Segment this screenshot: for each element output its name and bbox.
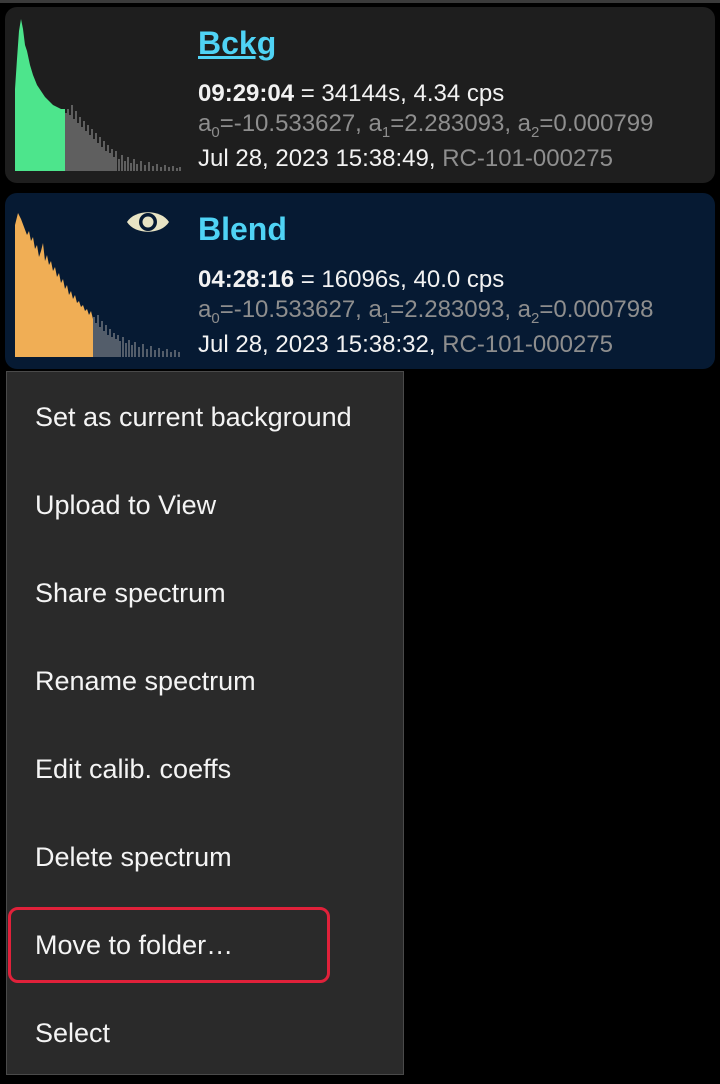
spectrum-fill-orange (15, 213, 93, 357)
coeff-a0-sub: 0 (211, 310, 220, 327)
spectrum-title[interactable]: Blend (198, 211, 287, 248)
date-line: Jul 28, 2023 15:38:49, RC-101-000275 (198, 145, 613, 173)
coeff-a1-label: a (368, 110, 382, 137)
duration-detail: = 16096s, 40.0 cps (294, 266, 505, 293)
coeff-a2-label: a (517, 296, 532, 323)
coeff-a2-value: =0.000798 (539, 296, 654, 323)
date-value: Jul 28, 2023 15:38:32, (198, 331, 443, 358)
device-id: RC-101-000275 (442, 145, 613, 172)
date-value: Jul 28, 2023 15:38:49, (198, 145, 443, 172)
menu-item-rename-spectrum[interactable]: Rename spectrum (7, 637, 403, 725)
spectrum-card-bckg[interactable]: Bckg 09:29:04 = 34144s, 4.34 cps a0=-10.… (5, 7, 715, 183)
coeff-a0-label: a (198, 110, 212, 137)
menu-item-move-to-folder[interactable]: Move to folder… (7, 901, 403, 989)
coeff-a1-value: =2.283093, (390, 296, 518, 323)
coeff-a1-sub: 1 (381, 310, 391, 327)
duration-value: 04:28:16 (198, 266, 295, 293)
calibration-line: a0=-10.533627, a1=2.283093, a2=0.000799 (198, 110, 653, 141)
spectrum-thumbnail (15, 19, 181, 171)
coeff-a0-sub: 0 (211, 124, 220, 141)
context-menu: Set as current background Upload to View… (6, 371, 404, 1075)
spectrum-title[interactable]: Bckg (198, 25, 276, 62)
date-line: Jul 28, 2023 15:38:32, RC-101-000275 (198, 331, 613, 359)
spectrum-card-blend[interactable]: Blend 04:28:16 = 16096s, 40.0 cps a0=-10… (5, 193, 715, 369)
device-id: RC-101-000275 (442, 331, 613, 358)
coeff-a1-label: a (368, 296, 382, 323)
spectrum-fill-green (15, 19, 65, 171)
coeff-a2-label: a (517, 110, 532, 137)
coeff-a1-value: =2.283093, (390, 110, 518, 137)
menu-item-share-spectrum[interactable]: Share spectrum (7, 549, 403, 637)
eye-icon[interactable] (125, 207, 171, 237)
menu-item-edit-calib-coeffs[interactable]: Edit calib. coeffs (7, 725, 403, 813)
spectrum-tail-gray (65, 105, 181, 171)
calibration-line: a0=-10.533627, a1=2.283093, a2=0.000798 (198, 296, 653, 327)
duration-line: 09:29:04 = 34144s, 4.34 cps (198, 80, 504, 108)
top-divider (0, 0, 720, 3)
coeff-a0-label: a (198, 296, 212, 323)
coeff-a0-value: =-10.533627, (219, 110, 369, 137)
coeff-a2-value: =0.000799 (539, 110, 654, 137)
menu-item-delete-spectrum[interactable]: Delete spectrum (7, 813, 403, 901)
coeff-a0-value: =-10.533627, (219, 296, 369, 323)
coeff-a1-sub: 1 (381, 124, 391, 141)
menu-item-set-background[interactable]: Set as current background (7, 373, 403, 461)
duration-line: 04:28:16 = 16096s, 40.0 cps (198, 266, 504, 294)
menu-item-upload-to-view[interactable]: Upload to View (7, 461, 403, 549)
spectrum-tail-gray (93, 315, 180, 357)
duration-detail: = 34144s, 4.34 cps (294, 80, 505, 107)
duration-value: 09:29:04 (198, 80, 295, 107)
menu-item-select[interactable]: Select (7, 989, 403, 1077)
